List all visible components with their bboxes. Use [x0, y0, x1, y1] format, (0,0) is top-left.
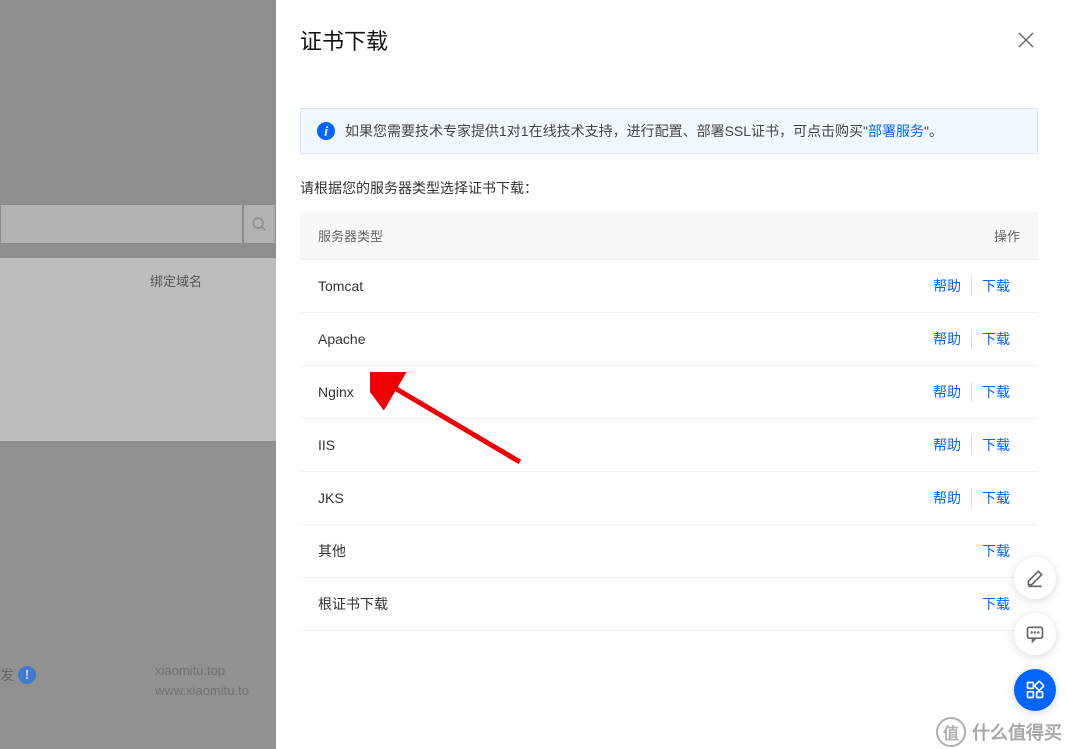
table-row: 根证书下载 下载	[300, 578, 1038, 631]
server-type-name: 其他	[318, 541, 346, 561]
cert-download-modal: 证书下载 i 如果您需要技术专家提供1对1在线技术支持，进行配置、部署SSL证书…	[276, 0, 1066, 749]
search-icon[interactable]	[243, 204, 276, 244]
background-panel: 绑定域名 发 ! xiaomitu.top www.xiaomitu.to	[0, 0, 276, 749]
server-type-name: Tomcat	[318, 278, 363, 294]
help-link[interactable]: 帮助	[923, 382, 971, 402]
download-link[interactable]: 下载	[971, 488, 1020, 508]
apps-float-button[interactable]	[1014, 669, 1056, 711]
server-type-name: JKS	[318, 490, 344, 506]
table-row: 其他 下载	[300, 525, 1038, 578]
search-field-bg	[0, 204, 243, 244]
help-link[interactable]: 帮助	[923, 329, 971, 349]
table-row: Tomcat 帮助 下载	[300, 260, 1038, 313]
table-row: JKS 帮助 下载	[300, 472, 1038, 525]
info-icon: i	[317, 122, 335, 140]
download-link[interactable]: 下载	[971, 329, 1020, 349]
server-type-name: Nginx	[318, 384, 354, 400]
server-type-name: 根证书下载	[318, 594, 388, 614]
info-banner: i 如果您需要技术专家提供1对1在线技术支持，进行配置、部署SSL证书，可点击购…	[300, 108, 1038, 154]
help-link[interactable]: 帮助	[923, 435, 971, 455]
download-link[interactable]: 下载	[972, 541, 1020, 561]
download-link[interactable]: 下载	[972, 594, 1020, 614]
close-button[interactable]	[1014, 28, 1038, 52]
chat-float-button[interactable]	[1014, 613, 1056, 655]
table-header: 服务器类型 操作	[300, 212, 1038, 260]
edit-float-button[interactable]	[1014, 557, 1056, 599]
server-type-table: 服务器类型 操作 Tomcat 帮助 下载 Apache 帮助 下载 Nginx…	[300, 212, 1038, 631]
table-row: Apache 帮助 下载	[300, 313, 1038, 366]
table-row: IIS 帮助 下载	[300, 419, 1038, 472]
download-link[interactable]: 下载	[971, 276, 1020, 296]
help-link[interactable]: 帮助	[923, 488, 971, 508]
download-link[interactable]: 下载	[971, 382, 1020, 402]
deploy-service-link[interactable]: 部署服务	[868, 123, 924, 139]
watermark: 值 什么值得买	[936, 717, 1062, 747]
prompt-text: 请根据您的服务器类型选择证书下载：	[300, 178, 1038, 198]
floating-action-buttons	[1014, 557, 1056, 711]
modal-title: 证书下载	[300, 24, 388, 56]
col-domain-header: 绑定域名	[0, 258, 276, 303]
download-link[interactable]: 下载	[971, 435, 1020, 455]
table-row: Nginx 帮助 下载	[300, 366, 1038, 419]
server-type-name: Apache	[318, 331, 365, 347]
help-link[interactable]: 帮助	[923, 276, 971, 296]
server-type-name: IIS	[318, 437, 335, 453]
